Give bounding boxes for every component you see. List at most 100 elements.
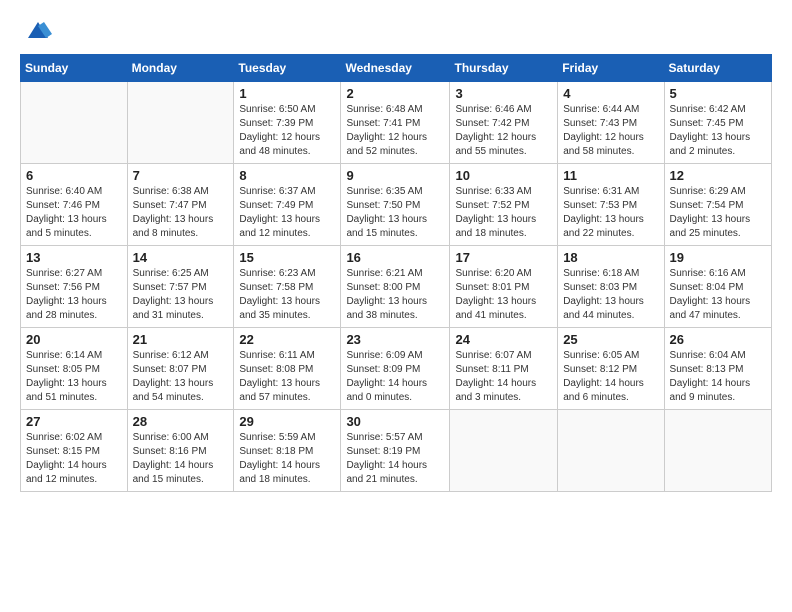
day-cell: 26 Sunrise: 6:04 AM Sunset: 8:13 PM Dayli… bbox=[664, 328, 771, 410]
day-detail: Sunrise: 6:18 AM Sunset: 8:03 PM Dayligh… bbox=[563, 267, 658, 323]
day-detail: Sunrise: 5:57 AM Sunset: 8:19 PM Dayligh… bbox=[346, 431, 444, 487]
day-cell: 1 Sunrise: 6:50 AM Sunset: 7:39 PM Daylig… bbox=[234, 82, 341, 164]
day-number: 7 bbox=[133, 168, 229, 183]
column-header-wednesday: Wednesday bbox=[341, 55, 450, 82]
day-cell: 30 Sunrise: 5:57 AM Sunset: 8:19 PM Dayli… bbox=[341, 410, 450, 492]
day-detail: Sunrise: 6:42 AM Sunset: 7:45 PM Dayligh… bbox=[670, 103, 766, 159]
day-number: 17 bbox=[455, 250, 552, 265]
calendar-body: 1 Sunrise: 6:50 AM Sunset: 7:39 PM Daylig… bbox=[21, 82, 772, 492]
day-number: 19 bbox=[670, 250, 766, 265]
day-cell: 6 Sunrise: 6:40 AM Sunset: 7:46 PM Daylig… bbox=[21, 164, 128, 246]
day-detail: Sunrise: 5:59 AM Sunset: 8:18 PM Dayligh… bbox=[239, 431, 335, 487]
day-number: 25 bbox=[563, 332, 658, 347]
day-number: 28 bbox=[133, 414, 229, 429]
day-number: 6 bbox=[26, 168, 122, 183]
day-number: 10 bbox=[455, 168, 552, 183]
day-number: 23 bbox=[346, 332, 444, 347]
day-cell: 16 Sunrise: 6:21 AM Sunset: 8:00 PM Dayli… bbox=[341, 246, 450, 328]
day-detail: Sunrise: 6:11 AM Sunset: 8:08 PM Dayligh… bbox=[239, 349, 335, 405]
day-cell: 9 Sunrise: 6:35 AM Sunset: 7:50 PM Daylig… bbox=[341, 164, 450, 246]
day-cell: 18 Sunrise: 6:18 AM Sunset: 8:03 PM Dayli… bbox=[558, 246, 664, 328]
column-header-sunday: Sunday bbox=[21, 55, 128, 82]
day-detail: Sunrise: 6:07 AM Sunset: 8:11 PM Dayligh… bbox=[455, 349, 552, 405]
day-number: 1 bbox=[239, 86, 335, 101]
day-detail: Sunrise: 6:20 AM Sunset: 8:01 PM Dayligh… bbox=[455, 267, 552, 323]
day-number: 8 bbox=[239, 168, 335, 183]
column-header-thursday: Thursday bbox=[450, 55, 558, 82]
day-number: 22 bbox=[239, 332, 335, 347]
day-number: 4 bbox=[563, 86, 658, 101]
day-detail: Sunrise: 6:40 AM Sunset: 7:46 PM Dayligh… bbox=[26, 185, 122, 241]
day-detail: Sunrise: 6:35 AM Sunset: 7:50 PM Dayligh… bbox=[346, 185, 444, 241]
day-cell: 13Sunrise: 6:27 AM Sunset: 7:56 PM Dayli… bbox=[21, 246, 128, 328]
day-cell: 23 Sunrise: 6:09 AM Sunset: 8:09 PM Dayli… bbox=[341, 328, 450, 410]
week-row-5: 27 Sunrise: 6:02 AM Sunset: 8:15 PM Dayli… bbox=[21, 410, 772, 492]
day-detail: Sunrise: 6:02 AM Sunset: 8:15 PM Dayligh… bbox=[26, 431, 122, 487]
day-number: 26 bbox=[670, 332, 766, 347]
day-number: 11 bbox=[563, 168, 658, 183]
day-detail: Sunrise: 6:21 AM Sunset: 8:00 PM Dayligh… bbox=[346, 267, 444, 323]
day-detail: Sunrise: 6:50 AM Sunset: 7:39 PM Dayligh… bbox=[239, 103, 335, 159]
day-cell: 20 Sunrise: 6:14 AM Sunset: 8:05 PM Dayli… bbox=[21, 328, 128, 410]
day-cell bbox=[450, 410, 558, 492]
day-detail: Sunrise: 6:00 AM Sunset: 8:16 PM Dayligh… bbox=[133, 431, 229, 487]
day-cell: 24 Sunrise: 6:07 AM Sunset: 8:11 PM Dayli… bbox=[450, 328, 558, 410]
header bbox=[20, 16, 772, 44]
day-detail: Sunrise: 6:25 AM Sunset: 7:57 PM Dayligh… bbox=[133, 267, 229, 323]
day-cell: 11 Sunrise: 6:31 AM Sunset: 7:53 PM Dayli… bbox=[558, 164, 664, 246]
day-detail: Sunrise: 6:44 AM Sunset: 7:43 PM Dayligh… bbox=[563, 103, 658, 159]
day-detail: Sunrise: 6:16 AM Sunset: 8:04 PM Dayligh… bbox=[670, 267, 766, 323]
day-number: 14 bbox=[133, 250, 229, 265]
day-cell bbox=[664, 410, 771, 492]
day-detail: Sunrise: 6:04 AM Sunset: 8:13 PM Dayligh… bbox=[670, 349, 766, 405]
day-cell bbox=[21, 82, 128, 164]
day-cell: 27 Sunrise: 6:02 AM Sunset: 8:15 PM Dayli… bbox=[21, 410, 128, 492]
calendar-header-row: SundayMondayTuesdayWednesdayThursdayFrid… bbox=[21, 55, 772, 82]
day-number: 12 bbox=[670, 168, 766, 183]
day-cell bbox=[558, 410, 664, 492]
day-cell: 2 Sunrise: 6:48 AM Sunset: 7:41 PM Daylig… bbox=[341, 82, 450, 164]
day-number: 20 bbox=[26, 332, 122, 347]
day-detail: Sunrise: 6:46 AM Sunset: 7:42 PM Dayligh… bbox=[455, 103, 552, 159]
day-detail: Sunrise: 6:29 AM Sunset: 7:54 PM Dayligh… bbox=[670, 185, 766, 241]
day-cell: 7 Sunrise: 6:38 AM Sunset: 7:47 PM Daylig… bbox=[127, 164, 234, 246]
day-detail: Sunrise: 6:37 AM Sunset: 7:49 PM Dayligh… bbox=[239, 185, 335, 241]
week-row-1: 1 Sunrise: 6:50 AM Sunset: 7:39 PM Daylig… bbox=[21, 82, 772, 164]
day-cell: 10Sunrise: 6:33 AM Sunset: 7:52 PM Dayli… bbox=[450, 164, 558, 246]
day-cell: 3Sunrise: 6:46 AM Sunset: 7:42 PM Daylig… bbox=[450, 82, 558, 164]
day-cell: 12 Sunrise: 6:29 AM Sunset: 7:54 PM Dayli… bbox=[664, 164, 771, 246]
day-cell: 5Sunrise: 6:42 AM Sunset: 7:45 PM Daylig… bbox=[664, 82, 771, 164]
day-cell: 19 Sunrise: 6:16 AM Sunset: 8:04 PM Dayli… bbox=[664, 246, 771, 328]
day-cell: 22 Sunrise: 6:11 AM Sunset: 8:08 PM Dayli… bbox=[234, 328, 341, 410]
day-number: 18 bbox=[563, 250, 658, 265]
column-header-tuesday: Tuesday bbox=[234, 55, 341, 82]
day-detail: Sunrise: 6:31 AM Sunset: 7:53 PM Dayligh… bbox=[563, 185, 658, 241]
day-detail: Sunrise: 6:14 AM Sunset: 8:05 PM Dayligh… bbox=[26, 349, 122, 405]
day-number: 29 bbox=[239, 414, 335, 429]
logo-icon bbox=[24, 16, 52, 44]
day-cell: 15Sunrise: 6:23 AM Sunset: 7:58 PM Dayli… bbox=[234, 246, 341, 328]
day-cell bbox=[127, 82, 234, 164]
day-number: 2 bbox=[346, 86, 444, 101]
day-detail: Sunrise: 6:27 AM Sunset: 7:56 PM Dayligh… bbox=[26, 267, 122, 323]
day-number: 27 bbox=[26, 414, 122, 429]
week-row-4: 20 Sunrise: 6:14 AM Sunset: 8:05 PM Dayli… bbox=[21, 328, 772, 410]
page: SundayMondayTuesdayWednesdayThursdayFrid… bbox=[0, 0, 792, 508]
day-number: 9 bbox=[346, 168, 444, 183]
day-cell: 21Sunrise: 6:12 AM Sunset: 8:07 PM Dayli… bbox=[127, 328, 234, 410]
day-number: 16 bbox=[346, 250, 444, 265]
calendar-table: SundayMondayTuesdayWednesdayThursdayFrid… bbox=[20, 54, 772, 492]
week-row-3: 13Sunrise: 6:27 AM Sunset: 7:56 PM Dayli… bbox=[21, 246, 772, 328]
day-cell: 29 Sunrise: 5:59 AM Sunset: 8:18 PM Dayli… bbox=[234, 410, 341, 492]
day-cell: 14 Sunrise: 6:25 AM Sunset: 7:57 PM Dayli… bbox=[127, 246, 234, 328]
day-detail: Sunrise: 6:09 AM Sunset: 8:09 PM Dayligh… bbox=[346, 349, 444, 405]
day-number: 24 bbox=[455, 332, 552, 347]
column-header-saturday: Saturday bbox=[664, 55, 771, 82]
day-detail: Sunrise: 6:38 AM Sunset: 7:47 PM Dayligh… bbox=[133, 185, 229, 241]
day-cell: 28 Sunrise: 6:00 AM Sunset: 8:16 PM Dayli… bbox=[127, 410, 234, 492]
day-detail: Sunrise: 6:48 AM Sunset: 7:41 PM Dayligh… bbox=[346, 103, 444, 159]
day-cell: 4 Sunrise: 6:44 AM Sunset: 7:43 PM Daylig… bbox=[558, 82, 664, 164]
day-number: 30 bbox=[346, 414, 444, 429]
column-header-monday: Monday bbox=[127, 55, 234, 82]
day-detail: Sunrise: 6:05 AM Sunset: 8:12 PM Dayligh… bbox=[563, 349, 658, 405]
